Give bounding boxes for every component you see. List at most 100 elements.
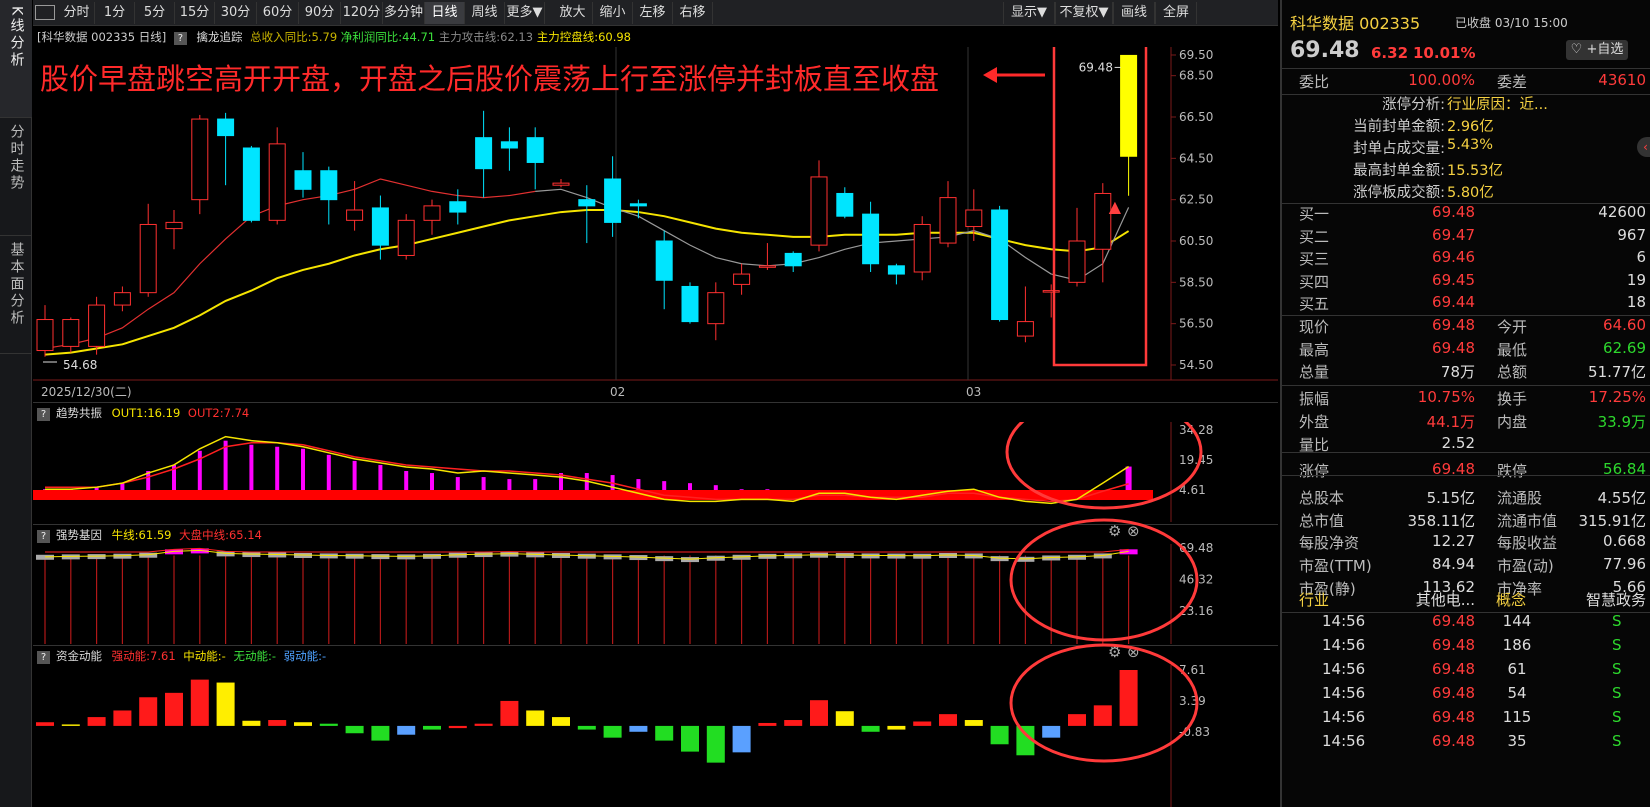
sub3-tick-label: 7.61 [1179, 663, 1206, 677]
period-button[interactable]: 5分 [135, 2, 175, 24]
tick-volume: 144 [1502, 612, 1532, 630]
weicha-value: 43610 [1598, 71, 1646, 89]
candle-body [217, 118, 235, 137]
period-button[interactable]: 分时 [59, 2, 95, 24]
candle-body [578, 199, 596, 207]
toolbar-right-button[interactable]: 画线 [1113, 2, 1155, 24]
industry-label[interactable]: 行业 [1299, 589, 1329, 610]
tick-side: S [1612, 684, 1622, 702]
chart-action-button[interactable]: 放大 [553, 2, 593, 24]
candle-body [836, 192, 854, 217]
stat-label: 市盈(动) [1497, 557, 1554, 575]
tab-intraday[interactable]: 分时走势 [0, 118, 32, 236]
chart-action-button[interactable]: 缩小 [593, 2, 633, 24]
tab-fundamentals[interactable]: 基本面分析 [0, 236, 32, 354]
stat-label: 总量 [1299, 363, 1330, 382]
stat-label: 最高 [1299, 340, 1330, 359]
limit-info-label: 涨停板成交额: [1353, 185, 1445, 201]
period-button[interactable]: 60分 [257, 2, 299, 24]
period-button[interactable]: 更多▼ [505, 2, 545, 24]
arrow-head-icon [983, 67, 997, 83]
period-button[interactable]: 30分 [215, 2, 257, 24]
date-tick-label: 03 [966, 385, 981, 399]
period-button[interactable]: 周线 [465, 2, 505, 24]
view-sidebar: K线分析 分时走势 基本面分析 [0, 0, 32, 807]
trend-bar [713, 485, 718, 490]
chart-action-button[interactable]: 右移 [673, 2, 713, 24]
period-button[interactable]: 15分 [175, 2, 215, 24]
price-change-pct: 10.01% [1413, 44, 1476, 62]
tick-side: S [1612, 708, 1622, 726]
trend-bar [765, 489, 770, 490]
candle-body [733, 273, 751, 285]
indicator-name[interactable]: 擒龙追踪 [197, 30, 243, 44]
tick-price: 69.48 [1432, 732, 1475, 750]
candle-body [758, 265, 776, 268]
sub-indicator-charts[interactable]: ⚙⊗⚙⊗⚙⊗34.2819.454.6169.4846.3223.167.613… [33, 422, 1278, 807]
bid-volume: 19 [1626, 270, 1646, 289]
limit-info-value[interactable]: 行业原因：近... [1447, 93, 1548, 114]
gear-icon[interactable]: ⚙ [1108, 522, 1121, 540]
concept-label[interactable]: 概念 [1496, 589, 1526, 610]
candle-body [991, 209, 1009, 321]
candle-body [707, 292, 725, 325]
momentum-bar [810, 700, 828, 726]
tab-label: 分时走势 [8, 124, 25, 192]
momentum-bar [397, 725, 416, 735]
help-icon[interactable]: ? [37, 408, 50, 421]
period-button[interactable]: 1分 [95, 2, 135, 24]
control-line-value: 主力控盘线:60.98 [536, 30, 631, 44]
bid-label: 买四 [1299, 272, 1330, 291]
price-tick-label: 68.50 [1179, 69, 1213, 83]
period-button[interactable]: 日线 [425, 2, 465, 24]
stat-label: 最低 [1497, 340, 1528, 359]
attack-line [1051, 207, 1130, 281]
chart-action-button[interactable]: 左移 [633, 2, 673, 24]
momentum-bar [139, 697, 158, 726]
candlestick-chart[interactable]: 69.50 68.50 66.50 64.50 62.50 60.50 58.50 56.50… [33, 47, 1278, 422]
tick-time: 14:56 [1322, 684, 1366, 702]
period-button[interactable]: 120分 [341, 2, 383, 24]
trend-bar [378, 464, 383, 490]
stat-value: 78万 [1440, 363, 1475, 382]
add-watchlist-button[interactable]: ♡ +自选 [1566, 40, 1628, 60]
tick-time: 14:56 [1322, 612, 1366, 630]
period-button[interactable]: 90分 [299, 2, 341, 24]
momentum-bar [577, 725, 596, 730]
momentum-bar [474, 723, 493, 726]
tab-label: 基本面分析 [8, 242, 25, 327]
price-tick-label: 64.50 [1179, 151, 1213, 165]
stat-value: 33.9万 [1597, 412, 1646, 431]
tick-volume: 186 [1502, 636, 1532, 654]
concept-value[interactable]: 智慧政务 [1552, 589, 1646, 610]
trend-bar [533, 479, 538, 490]
momentum-bar [732, 725, 751, 753]
trend-bar [481, 477, 486, 490]
candle-body [1068, 240, 1086, 283]
industry-value[interactable]: 其他电... [1392, 589, 1475, 610]
collapse-arrow-icon[interactable]: ‹ [1637, 137, 1650, 157]
help-icon[interactable]: ? [173, 32, 187, 45]
stat-value: 12.27 [1432, 532, 1475, 551]
chart-annotation: 股价早盘跳空高开开盘，开盘之后股价震荡上行至涨停并封板直至收盘 [40, 62, 940, 96]
period-button[interactable]: 多分钟 [383, 2, 425, 24]
stat-value: 10.75% [1417, 388, 1475, 407]
candle-body [1016, 321, 1034, 337]
toolbar-right-button[interactable]: 显示▼ [1003, 2, 1055, 24]
tick-time: 14:56 [1322, 732, 1366, 750]
bid-label: 买二 [1299, 227, 1330, 246]
toolbar-right-button[interactable]: 不复权▼ [1055, 2, 1113, 24]
trend-bar [352, 460, 357, 490]
candle-body [629, 203, 647, 207]
bid-label: 买五 [1299, 295, 1330, 313]
momentum-bar [268, 720, 287, 726]
layout-checkbox[interactable] [35, 5, 55, 20]
weibi-label: 委比 [1299, 73, 1330, 91]
stat-label: 流通市值 [1497, 511, 1558, 530]
tick-price: 69.48 [1432, 636, 1475, 654]
momentum-bar [990, 725, 1009, 745]
toolbar-right-button[interactable]: 全屏 [1155, 2, 1197, 24]
candle-body [604, 178, 622, 223]
bid-price: 69.48 [1432, 203, 1475, 221]
tab-kline-analysis[interactable]: K线分析 [0, 0, 32, 118]
